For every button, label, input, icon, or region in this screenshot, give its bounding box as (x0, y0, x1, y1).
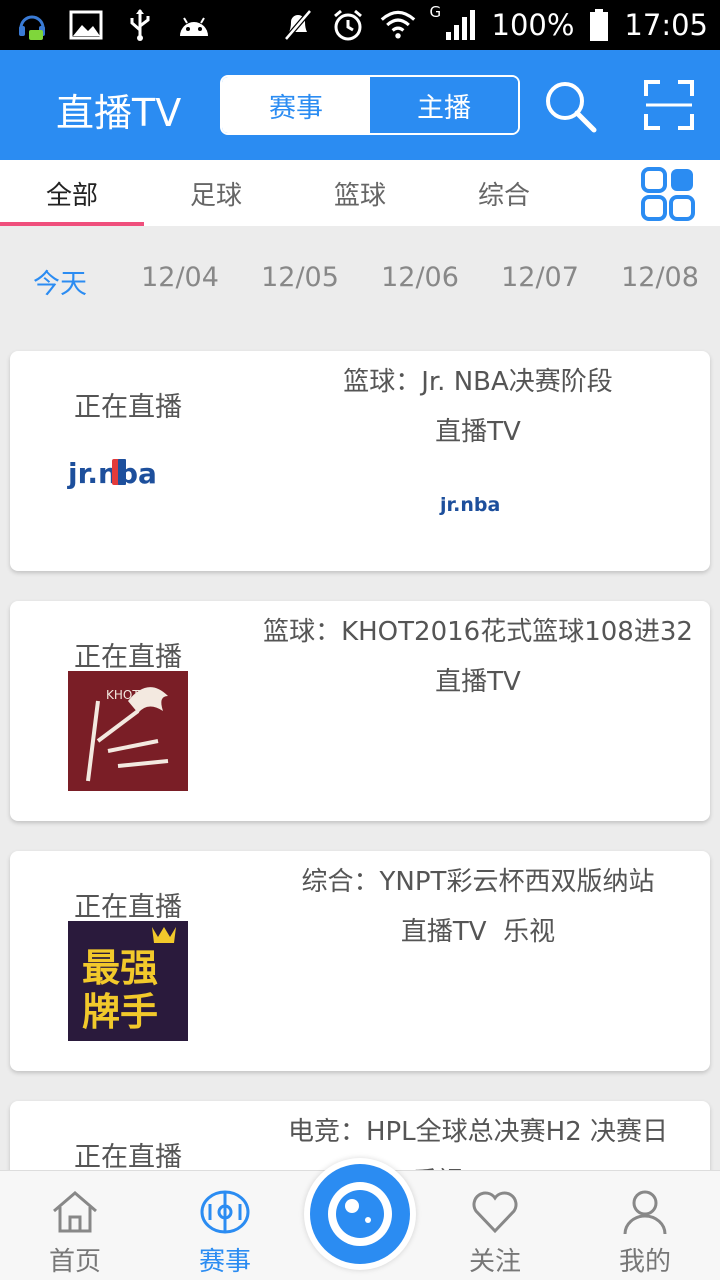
alarm-icon (330, 7, 366, 43)
poker-show-logo: 最强 牌手 (68, 921, 188, 1041)
date-item[interactable]: 12/04 (120, 262, 240, 293)
tab-football[interactable]: 足球 (144, 160, 288, 226)
date-item[interactable]: 12/05 (240, 262, 360, 293)
clock-time: 17:05 (624, 8, 708, 42)
date-item[interactable]: 12/06 (360, 262, 480, 293)
person-icon (620, 1189, 670, 1235)
app-header: 直播TV 赛事 主播 (0, 50, 720, 160)
date-strip: 今天 12/04 12/05 12/06 12/07 12/08 (0, 250, 720, 314)
event-platforms: 直播TV (435, 667, 521, 697)
event-title: 综合：YNPT彩云杯西双版纳站 (301, 867, 655, 897)
segment-control: 赛事 主播 (220, 75, 520, 135)
date-item[interactable]: 12/08 (600, 262, 720, 293)
tab-basketball[interactable]: 篮球 (288, 160, 432, 226)
event-title: 篮球：Jr. NBA决赛阶段 (343, 367, 613, 397)
grid-icon[interactable] (640, 166, 696, 222)
tab-all[interactable]: 全部 (0, 160, 144, 226)
event-card[interactable]: 正在直播 最强 牌手 综合：YNPT彩云杯西双版纳站 直播TV 乐视 (10, 851, 710, 1071)
event-card[interactable]: 正在直播 jr.nba 篮球：Jr. NBA决赛阶段 直播TV jr.nba (10, 351, 710, 571)
nav-profile-label: 我的 (618, 1247, 671, 1277)
nav-home[interactable]: 首页 (0, 1171, 150, 1280)
logo-text-line2: 牌手 (82, 990, 158, 1034)
event-card[interactable]: 正在直播 KHOT 篮球：KHOT2016花式篮球108进32 直播TV (10, 601, 710, 821)
logo-text-jr: jr.nba (67, 457, 157, 490)
app-title: 直播TV (56, 91, 182, 135)
stadium-icon (200, 1189, 250, 1235)
live-status: 正在直播 (74, 892, 182, 923)
heart-icon (470, 1189, 520, 1235)
platform-logo: jr.nba (438, 487, 522, 519)
logo-text-khot: KHOT (106, 688, 140, 702)
platform-logo-text: jr.nba (439, 494, 500, 516)
nav-follow-label: 关注 (468, 1247, 521, 1277)
logo-text-line1: 最强 (82, 946, 158, 990)
nav-events-label: 赛事 (198, 1247, 251, 1277)
android-icon (176, 7, 212, 43)
cell-signal-icon: G (430, 3, 478, 43)
nav-follow[interactable]: 关注 (420, 1171, 570, 1280)
event-title: 电竞：HPL全球总决赛H2 决赛日 (287, 1117, 669, 1147)
category-tabs: 全部 足球 篮球 综合 (0, 160, 720, 226)
live-camera-button[interactable] (304, 1158, 416, 1270)
image-icon (68, 7, 104, 43)
chat-headset-icon (14, 7, 50, 43)
camera-lens-icon (310, 1164, 410, 1264)
tab-general[interactable]: 综合 (432, 160, 576, 226)
wifi-icon (380, 7, 416, 43)
battery-percent: 100% (491, 8, 575, 42)
scan-icon[interactable] (642, 78, 698, 134)
home-icon (50, 1189, 100, 1235)
search-icon[interactable] (542, 78, 598, 134)
nav-events[interactable]: 赛事 (150, 1171, 300, 1280)
event-platforms: 直播TV (435, 417, 521, 447)
usb-icon (122, 7, 158, 43)
status-bar: G 100% 17:05 (0, 0, 720, 50)
date-today[interactable]: 今天 (0, 262, 120, 301)
live-status: 正在直播 (74, 642, 182, 673)
segment-anchors[interactable]: 主播 (370, 77, 518, 133)
date-item[interactable]: 12/07 (480, 262, 600, 293)
live-status: 正在直播 (74, 392, 182, 423)
nav-home-label: 首页 (48, 1247, 101, 1277)
event-platforms: 直播TV 乐视 (400, 917, 556, 947)
live-status: 正在直播 (74, 1142, 182, 1173)
battery-icon (588, 7, 610, 43)
event-title: 篮球：KHOT2016花式篮球108进32 (263, 617, 693, 647)
status-bar-notifications (14, 6, 212, 44)
tab-indicator (0, 222, 144, 226)
segment-events[interactable]: 赛事 (222, 77, 370, 133)
signal-type-label: G (429, 3, 442, 21)
nav-profile[interactable]: 我的 (570, 1171, 720, 1280)
khot-logo: KHOT (68, 671, 188, 791)
jr-nba-logo: jr.nba (62, 447, 192, 497)
status-bar-system: G 100% 17:05 (280, 3, 708, 44)
mute-icon (280, 7, 316, 43)
